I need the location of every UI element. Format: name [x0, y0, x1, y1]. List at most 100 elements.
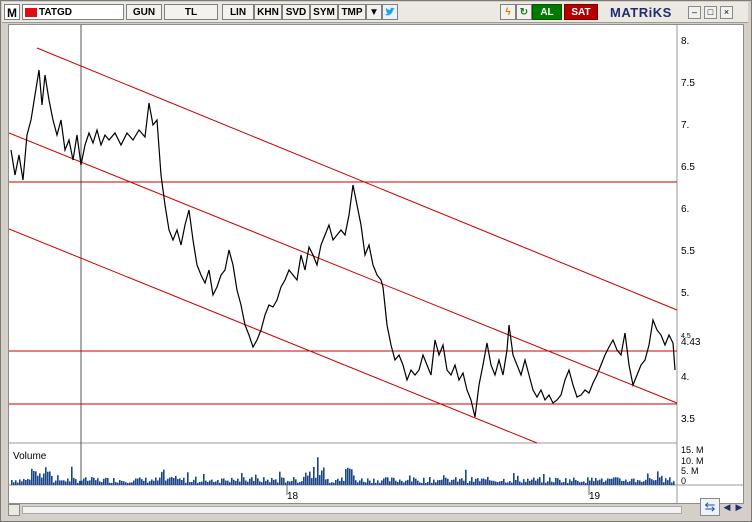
volume-bar — [625, 479, 627, 485]
volume-bar — [135, 478, 137, 485]
volume-bar — [481, 478, 483, 485]
price-tick: 8. — [681, 36, 689, 47]
volume-bar — [183, 477, 185, 485]
volume-bar — [401, 480, 403, 485]
dropdown-arrow-button[interactable]: ▼ — [366, 4, 382, 20]
volume-bar — [373, 478, 375, 485]
sym-button[interactable]: SYM — [310, 4, 338, 20]
volume-bar — [197, 482, 199, 485]
volume-bar — [43, 473, 45, 485]
volume-bar — [589, 480, 591, 485]
volume-bar — [229, 482, 231, 485]
volume-bars — [11, 457, 675, 485]
volume-bar — [395, 480, 397, 485]
volume-bar — [641, 481, 643, 485]
symbol-name: TATGD — [39, 7, 72, 18]
volume-bar — [313, 466, 315, 485]
scroll-prev-button[interactable]: ◀ — [722, 500, 732, 514]
minimize-icon: – — [691, 7, 697, 17]
volume-tick: 10. M — [681, 456, 704, 466]
volume-bar — [263, 477, 265, 485]
channel-bottom-line[interactable] — [8, 228, 538, 444]
volume-bar — [329, 482, 331, 485]
volume-bar — [51, 475, 53, 485]
channel-top-line[interactable] — [36, 47, 678, 311]
volume-bar — [387, 477, 389, 485]
price-tick: 5. — [681, 288, 689, 299]
volume-bar — [593, 481, 595, 485]
volume-bar — [399, 479, 401, 485]
tmp-button[interactable]: TMP — [338, 4, 366, 20]
volume-bar — [211, 479, 213, 485]
volume-bar — [583, 481, 585, 485]
volume-bar — [205, 480, 207, 485]
volume-bar — [617, 477, 619, 485]
volume-bar — [303, 476, 305, 485]
volume-bar — [553, 482, 555, 485]
sell-button[interactable]: SAT — [564, 4, 598, 20]
scroll-track[interactable] — [22, 506, 682, 514]
refresh-button[interactable]: ↻ — [516, 4, 532, 20]
volume-bar — [201, 481, 203, 485]
chart-area[interactable]: 8. 7.5 7. 6.5 6. 5.5 5. 4.5 4. 3.5 4.43 … — [8, 24, 744, 504]
maximize-button[interactable]: □ — [704, 6, 717, 19]
volume-bar — [121, 480, 123, 485]
volume-bar — [119, 480, 121, 485]
khn-button[interactable]: KHN — [254, 4, 282, 20]
horizontal-scrollbar[interactable] — [8, 504, 698, 516]
zoom-reset-button[interactable]: ⇆ — [700, 498, 720, 516]
scroll-left-button[interactable] — [8, 504, 20, 516]
volume-bar — [241, 473, 243, 485]
app-menu-button[interactable]: M — [4, 4, 20, 20]
volume-bar — [441, 479, 443, 485]
volume-bar — [307, 475, 309, 485]
volume-bar — [497, 482, 499, 485]
volume-bar — [17, 482, 19, 485]
buy-button[interactable]: AL — [532, 4, 562, 20]
volume-bar — [333, 482, 335, 485]
volume-bar — [633, 478, 635, 485]
volume-bar — [37, 475, 39, 485]
scroll-next-button[interactable]: ▶ — [734, 500, 744, 514]
volume-bar — [473, 481, 475, 485]
volume-bar — [337, 478, 339, 485]
volume-bar — [525, 481, 527, 485]
volume-bar — [531, 479, 533, 485]
volume-bar — [485, 479, 487, 485]
volume-bar — [169, 477, 171, 485]
volume-bar — [63, 480, 65, 485]
volume-bar — [53, 482, 55, 485]
volume-bar — [437, 480, 439, 485]
volume-bar — [619, 478, 621, 485]
volume-bar — [409, 475, 411, 485]
volume-bar — [35, 471, 37, 485]
minimize-button[interactable]: – — [688, 6, 701, 19]
period-button[interactable]: GUN — [126, 4, 162, 20]
volume-bar — [209, 480, 211, 485]
volume-tick: 5. M — [681, 466, 699, 476]
volume-bar — [69, 481, 71, 485]
lightning-icon: ϟ — [505, 7, 511, 18]
volume-bar — [115, 482, 117, 485]
volume-bar — [221, 478, 223, 485]
volume-bar — [627, 482, 629, 485]
price-tick: 3.5 — [681, 414, 695, 425]
close-button[interactable]: × — [720, 6, 733, 19]
lightning-button[interactable]: ϟ — [500, 4, 516, 20]
symbol-selector[interactable]: TATGD — [22, 4, 124, 20]
volume-bar — [477, 478, 479, 485]
volume-bar — [161, 471, 163, 485]
volume-bar — [389, 481, 391, 485]
volume-bar — [533, 477, 535, 485]
volume-label: Volume — [13, 451, 47, 462]
twitter-button[interactable] — [382, 4, 398, 20]
svd-button[interactable]: SVD — [282, 4, 310, 20]
currency-button[interactable]: TL — [164, 4, 218, 20]
volume-bar — [669, 477, 671, 485]
scale-button[interactable]: LIN — [222, 4, 254, 20]
volume-bar — [57, 475, 59, 485]
volume-bar — [265, 480, 267, 485]
volume-bar — [227, 480, 229, 485]
volume-bar — [305, 472, 307, 485]
volume-bar — [31, 468, 33, 485]
